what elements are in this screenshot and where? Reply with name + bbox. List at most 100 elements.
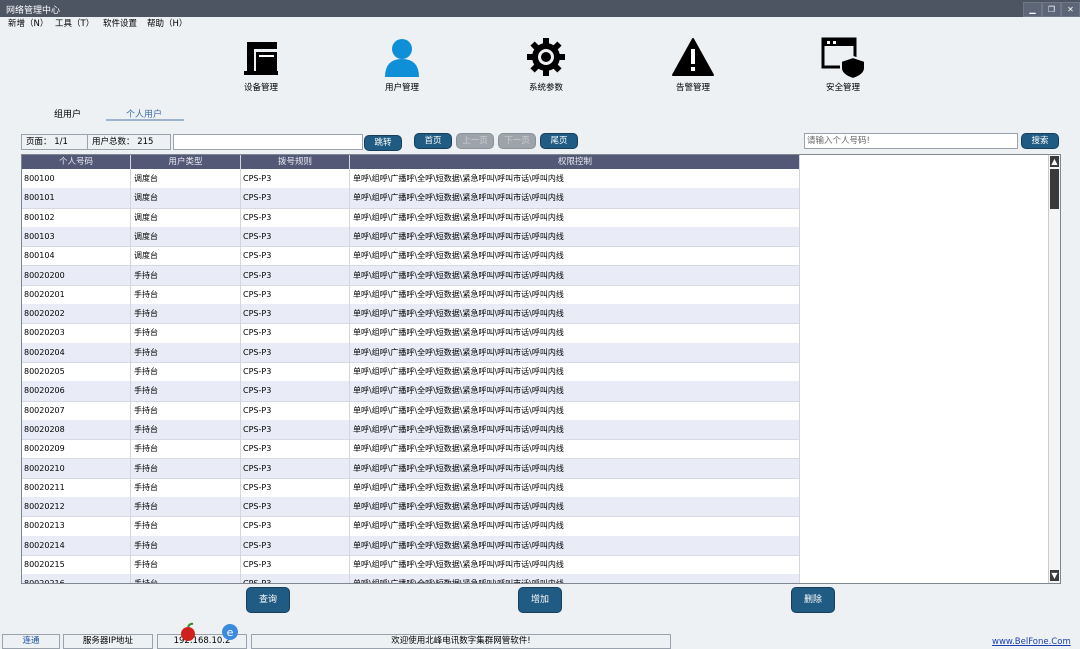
cell-permission: 单呼\组呼\广播呼\全呼\短数据\紧急呼叫\呼叫市话\呼叫内线	[353, 289, 564, 299]
cell-number: 800101	[24, 193, 55, 203]
cell-number: 800103	[24, 231, 55, 241]
vertical-scrollbar[interactable]: ▲ ▼	[1048, 155, 1060, 583]
table-row[interactable]: 80020213 手持台 CPS-P3 单呼\组呼\广播呼\全呼\短数据\紧急呼叫\呼…	[22, 516, 800, 537]
cell-dial-rule: CPS-P3	[243, 482, 272, 492]
table-row[interactable]: 80020211 手持台 CPS-P3 单呼\组呼\广播呼\全呼\短数据\紧急呼叫\呼…	[22, 478, 800, 499]
menu-settings[interactable]: 软件设置	[103, 17, 137, 29]
toolbar-label: 安全管理	[825, 83, 860, 93]
cell-number: 80020202	[24, 309, 65, 319]
table-row[interactable]: 800104 调度台 CPS-P3 单呼\组呼\广播呼\全呼\短数据\紧急呼叫\呼叫市…	[22, 246, 800, 267]
website-link[interactable]: www.BelFone.Com	[992, 637, 1071, 647]
cell-permission: 单呼\组呼\广播呼\全呼\短数据\紧急呼叫\呼叫市话\呼叫内线	[353, 193, 564, 203]
warning-icon	[672, 38, 714, 76]
table-row[interactable]: 80020203 手持台 CPS-P3 单呼\组呼\广播呼\全呼\短数据\紧急呼叫\呼…	[22, 323, 800, 344]
cell-type: 手持台	[134, 521, 158, 531]
cell-number: 80020207	[24, 405, 65, 415]
col-header-permission[interactable]: 权限控制	[350, 155, 800, 169]
table-row[interactable]: 80020206 手持台 CPS-P3 单呼\组呼\广播呼\全呼\短数据\紧急呼叫\呼…	[22, 381, 800, 402]
cell-number: 80020213	[24, 521, 65, 531]
cell-dial-rule: CPS-P3	[243, 521, 272, 531]
col-header-number[interactable]: 个人号码	[22, 155, 131, 169]
jump-page-input[interactable]	[173, 134, 363, 150]
cell-number: 80020216	[24, 579, 65, 584]
cell-number: 800100	[24, 174, 55, 183]
menu-new[interactable]: 新增（N）	[8, 17, 48, 29]
table-row[interactable]: 80020207 手持台 CPS-P3 单呼\组呼\广播呼\全呼\短数据\紧急呼叫\呼…	[22, 401, 800, 421]
next-page-button[interactable]: 下一页	[498, 133, 536, 149]
prev-page-button[interactable]: 上一页	[456, 133, 494, 149]
close-button[interactable]: ✕	[1061, 2, 1080, 17]
cell-type: 手持台	[134, 270, 158, 280]
add-button[interactable]: 增加	[518, 587, 562, 613]
table-row[interactable]: 80020214 手持台 CPS-P3 单呼\组呼\广播呼\全呼\短数据\紧急呼叫\呼…	[22, 535, 800, 556]
col-header-type[interactable]: 用户类型	[131, 155, 241, 169]
table-row[interactable]: 800102 调度台 CPS-P3 单呼\组呼\广播呼\全呼\短数据\紧急呼叫\呼叫市…	[22, 208, 800, 228]
delete-button[interactable]: 删除	[791, 587, 835, 613]
cell-number: 80020200	[24, 270, 65, 280]
cell-type: 手持台	[134, 444, 158, 454]
query-button[interactable]: 查询	[246, 587, 290, 613]
cell-permission: 单呼\组呼\广播呼\全呼\短数据\紧急呼叫\呼叫市话\呼叫内线	[353, 386, 564, 396]
table-row[interactable]: 800100 调度台 CPS-P3 单呼\组呼\广播呼\全呼\短数据\紧急呼叫\呼叫市…	[22, 169, 800, 190]
cell-dial-rule: CPS-P3	[243, 579, 272, 584]
table-row[interactable]: 80020209 手持台 CPS-P3 单呼\组呼\广播呼\全呼\短数据\紧急呼叫\呼…	[22, 439, 800, 460]
maximize-button[interactable]: ❐	[1042, 2, 1061, 17]
table-row[interactable]: 800101 调度台 CPS-P3 单呼\组呼\广播呼\全呼\短数据\紧急呼叫\呼叫市…	[22, 188, 800, 209]
toolbar-label: 设备管理	[243, 83, 278, 93]
tab-group-users[interactable]: 组用户	[54, 107, 81, 120]
scroll-up-icon[interactable]: ▲	[1050, 156, 1059, 167]
cell-permission: 单呼\组呼\广播呼\全呼\短数据\紧急呼叫\呼叫市话\呼叫内线	[353, 309, 564, 319]
jump-button[interactable]: 跳转	[364, 135, 402, 151]
user-table: 个人号码 用户类型 拨号规则 权限控制 800100 调度台 CPS-P3 单呼\组呼…	[21, 154, 1061, 584]
cell-type: 手持台	[134, 482, 158, 492]
table-row[interactable]: 80020201 手持台 CPS-P3 单呼\组呼\广播呼\全呼\短数据\紧急呼叫\呼…	[22, 285, 800, 306]
cell-dial-rule: CPS-P3	[243, 540, 272, 550]
toolbar-label: 告警管理	[675, 83, 710, 93]
cell-dial-rule: CPS-P3	[243, 251, 272, 261]
last-page-button[interactable]: 尾页	[540, 133, 578, 149]
col-header-dial-rule[interactable]: 拨号规则	[241, 155, 350, 169]
scrollbar-thumb[interactable]	[1050, 169, 1059, 209]
cell-permission: 单呼\组呼\广播呼\全呼\短数据\紧急呼叫\呼叫市话\呼叫内线	[353, 444, 564, 454]
cell-dial-rule: CPS-P3	[243, 463, 272, 473]
table-row[interactable]: 80020210 手持台 CPS-P3 单呼\组呼\广播呼\全呼\短数据\紧急呼叫\呼…	[22, 458, 800, 479]
cell-dial-rule: CPS-P3	[243, 328, 272, 338]
table-row[interactable]: 80020205 手持台 CPS-P3 单呼\组呼\广播呼\全呼\短数据\紧急呼叫\呼…	[22, 362, 800, 383]
cell-type: 手持台	[134, 463, 158, 473]
cell-permission: 单呼\组呼\广播呼\全呼\短数据\紧急呼叫\呼叫市话\呼叫内线	[353, 560, 564, 569]
cell-dial-rule: CPS-P3	[243, 309, 272, 319]
column-divider	[130, 155, 131, 583]
first-page-button[interactable]: 首页	[414, 133, 452, 149]
cell-type: 手持台	[134, 424, 158, 434]
cell-dial-rule: CPS-P3	[243, 424, 272, 434]
cell-number: 80020206	[24, 386, 65, 396]
table-row[interactable]: 80020200 手持台 CPS-P3 单呼\组呼\广播呼\全呼\短数据\紧急呼叫\呼…	[22, 265, 800, 286]
menu-help[interactable]: 帮助（H）	[147, 17, 187, 29]
title-bar: 网络管理中心 ▁ ❐ ✕	[0, 0, 1080, 17]
cell-permission: 单呼\组呼\广播呼\全呼\短数据\紧急呼叫\呼叫市话\呼叫内线	[353, 482, 564, 492]
search-button[interactable]: 搜索	[1021, 133, 1059, 149]
cell-type: 手持台	[134, 347, 158, 357]
minimize-button[interactable]: ▁	[1023, 2, 1042, 17]
search-input[interactable]: 请输入个人号码!	[804, 133, 1018, 149]
menu-tools[interactable]: 工具（T）	[55, 17, 94, 29]
cell-permission: 单呼\组呼\广播呼\全呼\短数据\紧急呼叫\呼叫市话\呼叫内线	[353, 540, 564, 550]
cell-number: 80020210	[24, 463, 65, 473]
cell-type: 调度台	[134, 231, 158, 241]
table-row[interactable]: 80020216 手持台 CPS-P3 单呼\组呼\广播呼\全呼\短数据\紧急呼叫\呼…	[22, 574, 800, 584]
table-row[interactable]: 80020202 手持台 CPS-P3 单呼\组呼\广播呼\全呼\短数据\紧急呼叫\呼…	[22, 304, 800, 325]
table-row[interactable]: 80020204 手持台 CPS-P3 单呼\组呼\广播呼\全呼\短数据\紧急呼叫\呼…	[22, 342, 800, 363]
table-row[interactable]: 800103 调度台 CPS-P3 单呼\组呼\广播呼\全呼\短数据\紧急呼叫\呼叫市…	[22, 226, 800, 248]
cell-type: 手持台	[134, 309, 158, 319]
table-row[interactable]: 80020208 手持台 CPS-P3 单呼\组呼\广播呼\全呼\短数据\紧急呼叫\呼…	[22, 419, 800, 441]
cell-type: 调度台	[134, 212, 158, 222]
cell-permission: 单呼\组呼\广播呼\全呼\短数据\紧急呼叫\呼叫市话\呼叫内线	[353, 502, 564, 512]
column-divider	[349, 155, 350, 583]
cell-type: 手持台	[134, 560, 158, 569]
table-row[interactable]: 80020212 手持台 CPS-P3 单呼\组呼\广播呼\全呼\短数据\紧急呼叫\呼…	[22, 497, 800, 518]
cell-number: 80020209	[24, 444, 65, 454]
scroll-down-icon[interactable]: ▼	[1050, 570, 1059, 581]
table-row[interactable]: 80020215 手持台 CPS-P3 单呼\组呼\广播呼\全呼\短数据\紧急呼叫\呼…	[22, 555, 800, 576]
cell-dial-rule: CPS-P3	[243, 289, 272, 299]
cell-permission: 单呼\组呼\广播呼\全呼\短数据\紧急呼叫\呼叫市话\呼叫内线	[353, 579, 564, 584]
